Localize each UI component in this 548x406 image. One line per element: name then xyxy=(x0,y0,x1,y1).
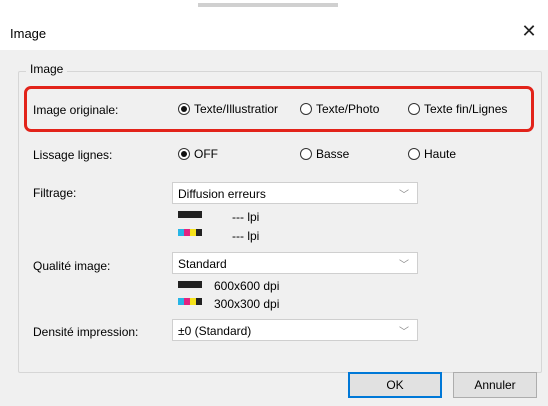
ok-button[interactable]: OK xyxy=(348,372,442,398)
filtrage-color-lpi: --- lpi xyxy=(232,229,260,243)
annuler-button[interactable]: Annuler xyxy=(453,372,537,398)
radio-circle xyxy=(300,148,312,160)
background-strip xyxy=(0,0,548,14)
lissage-lignes-label: Lissage lignes: xyxy=(33,148,113,162)
qualite-color-dpi: 300x300 dpi xyxy=(214,297,280,311)
qualite-image-select[interactable]: Standard ﹀ xyxy=(172,252,418,274)
radio-circle xyxy=(408,148,420,160)
annuler-button-label: Annuler xyxy=(474,378,516,392)
chevron-down-icon: ﹀ xyxy=(399,327,409,338)
ok-button-label: OK xyxy=(386,378,404,392)
chevron-down-icon: ﹀ xyxy=(399,260,409,271)
qualite-mono-dpi: 600x600 dpi xyxy=(214,279,280,293)
mono-swatch-icon xyxy=(178,211,202,218)
radio-lissage-haute[interactable]: Haute xyxy=(408,147,456,161)
color-swatch-icon xyxy=(178,298,202,305)
image-dialog: Image ✕ Image Image originale: Texte/Ill… xyxy=(0,0,548,406)
chevron-down-icon: ﹀ xyxy=(399,190,409,201)
radio-label: OFF xyxy=(194,147,218,161)
dialog-title: Image xyxy=(10,26,47,41)
close-icon[interactable]: ✕ xyxy=(518,20,540,42)
group-title: Image xyxy=(26,62,68,76)
filtrage-value: Diffusion erreurs xyxy=(178,187,266,201)
radio-lissage-basse[interactable]: Basse xyxy=(300,147,349,161)
highlight-frame xyxy=(24,86,534,132)
densite-impression-select[interactable]: ±0 (Standard) ﹀ xyxy=(172,319,418,341)
radio-lissage-off[interactable]: OFF xyxy=(178,147,218,161)
color-swatch-icon xyxy=(178,229,202,236)
densite-value: ±0 (Standard) xyxy=(178,324,252,338)
mono-swatch-icon xyxy=(178,281,202,288)
blurred-text xyxy=(198,3,338,7)
title-bar: Image ✕ xyxy=(0,14,548,50)
filtrage-label: Filtrage: xyxy=(33,186,77,200)
qualite-value: Standard xyxy=(178,257,227,271)
radio-label: Basse xyxy=(316,147,350,161)
radio-label: Haute xyxy=(424,147,457,161)
filtrage-mono-lpi: --- lpi xyxy=(232,210,260,224)
densite-impression-label: Densité impression: xyxy=(33,325,139,339)
radio-circle xyxy=(178,148,190,160)
filtrage-select[interactable]: Diffusion erreurs ﹀ xyxy=(172,182,418,204)
qualite-image-label: Qualité image: xyxy=(33,259,111,273)
